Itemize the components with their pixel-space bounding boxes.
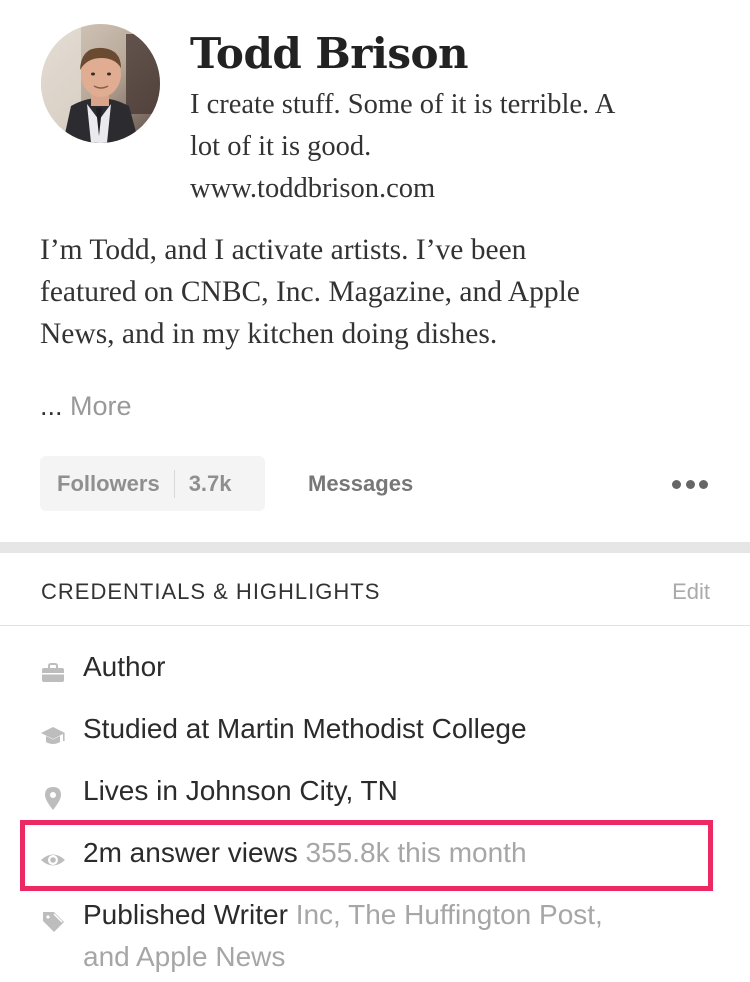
followers-button[interactable]: Followers 3.7k [40,456,265,511]
edit-credentials-button[interactable]: Edit [672,578,710,606]
credential-label: Lives in Johnson City, TN [83,775,398,806]
more-horizontal-icon[interactable] [672,478,708,490]
bio-more-row[interactable]: ... More [40,386,132,426]
credentials-section-title: CREDENTIALS & HIGHLIGHTS [41,579,381,604]
credential-item-author[interactable]: Author [40,646,166,688]
tagline-line: I create stuff. Some of it is terrible. … [190,89,616,120]
profile-name: Todd Brison [190,29,469,78]
ellipsis: ... [40,391,63,421]
credential-label: Studied at Martin Methodist College [83,713,527,744]
dot [699,479,708,489]
profile-bio: I’m Todd, and I activate artists. I’ve b… [40,229,720,355]
credential-item-location[interactable]: Lives in Johnson City, TN [40,770,398,812]
credential-label: Published Writer [83,899,288,930]
bio-line: I’m Todd, and I activate artists. I’ve b… [40,234,527,266]
credential-item-answer-views[interactable]: 2m answer views 355.8k this month [40,832,527,874]
credential-label: Author [83,651,166,682]
dot [685,479,695,489]
credential-sublabel: Inc, The Huffington Post, [295,899,603,930]
eye-icon [40,842,66,866]
credential-item-published-writer[interactable]: Published Writer Inc, The Huffington Pos… [40,894,603,978]
messages-button[interactable]: Messages [308,468,413,500]
credential-label: 2m answer views [83,837,298,868]
followers-count: 3.7k [188,470,232,496]
section-separator [0,542,750,553]
credential-sublabel: 355.8k this month [305,837,527,868]
graduation-cap-icon [40,718,66,744]
tagline-line: lot of it is good. [190,131,372,162]
avatar-photo [41,24,160,143]
profile-website[interactable]: www.toddbrison.com [190,168,720,210]
credential-sublabel-continued: and Apple News [83,941,286,972]
more-link[interactable]: More [70,391,132,421]
dot [672,479,681,489]
section-divider [0,625,750,626]
credential-item-education[interactable]: Studied at Martin Methodist College [40,708,527,750]
followers-divider [173,469,175,498]
bio-line: News, and in my kitchen doing dishes. [40,318,498,350]
avatar[interactable] [41,24,160,143]
bio-line: featured on CNBC, Inc. Magazine, and App… [40,276,580,308]
location-pin-icon [40,780,66,810]
profile-tagline: I create stuff. Some of it is terrible. … [190,84,720,210]
pencil-icon [40,904,66,932]
briefcase-icon [40,656,66,682]
followers-label: Followers [57,470,160,496]
